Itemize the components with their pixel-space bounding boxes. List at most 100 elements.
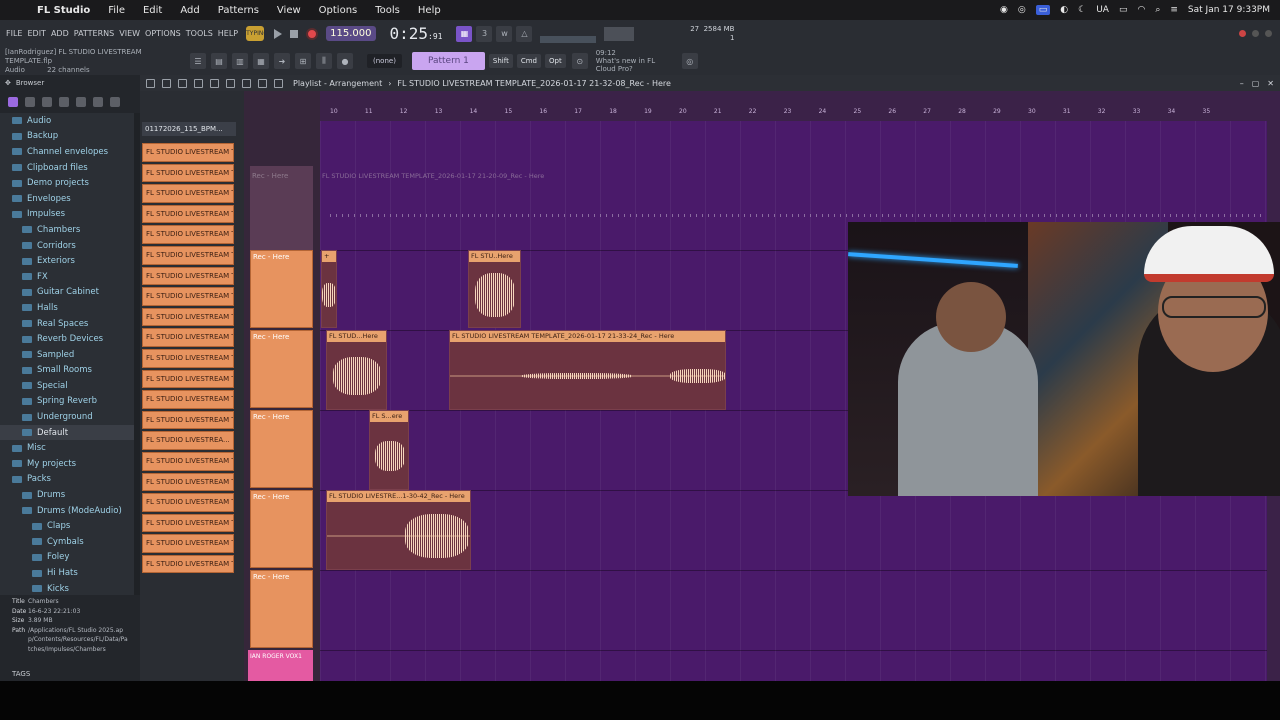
audio-clip[interactable]: FL STUD...Here [326, 330, 387, 410]
close-icon[interactable]: ✕ [1267, 79, 1274, 88]
channel-button[interactable]: FL STUDIO LIVESTREAM T... [142, 493, 234, 512]
channel-button[interactable]: FL STUDIO LIVESTREAM T... [142, 410, 234, 430]
tempo-display[interactable]: 115.000 [326, 26, 376, 41]
browser-item[interactable]: Drums [0, 487, 135, 503]
maximize-icon[interactable] [1265, 30, 1272, 37]
audio-clip[interactable]: + [321, 250, 337, 328]
channel-button[interactable]: FL STUDIO LIVESTREAM T... [142, 369, 234, 389]
close-icon[interactable] [1239, 30, 1246, 37]
fl-menu-view[interactable]: VIEW [119, 29, 140, 38]
shift-key-button[interactable]: Shift [488, 54, 513, 68]
fl-menu-options[interactable]: OPTIONS [145, 29, 181, 38]
fl-menu-patterns[interactable]: PATTERNS [74, 29, 114, 38]
audio-clip[interactable]: FL STUDIO LIVESTREAM TEMPLATE_2026-01-17… [449, 330, 726, 410]
star-icon[interactable] [93, 97, 103, 107]
browser-item[interactable]: Default [0, 424, 135, 441]
browser-item[interactable]: Channel envelopes [0, 144, 135, 160]
song-mode-icon[interactable]: ▦ [456, 25, 473, 42]
browser-item[interactable]: Backup [0, 129, 135, 145]
piano-roll-icon[interactable]: ▥ [232, 53, 248, 69]
play-icon[interactable] [274, 28, 283, 39]
browser-item[interactable]: Audio [0, 113, 135, 129]
track-header[interactable]: Rec - Here [250, 490, 313, 568]
browser-item[interactable]: Drums (ModeAudio) [0, 503, 135, 519]
menu-view[interactable]: View [268, 5, 310, 16]
select-tool-icon[interactable] [242, 78, 251, 88]
audio-clip[interactable]: FL STUDIO LIVESTRE...1-30-42_Rec - Here [326, 490, 471, 570]
back-icon[interactable] [42, 97, 52, 107]
menu-tools[interactable]: Tools [366, 5, 409, 16]
mic-icon[interactable]: ● [337, 53, 353, 69]
plugin-picker-icon[interactable]: ⊞ [295, 53, 311, 69]
mute-tool-icon[interactable] [194, 78, 203, 88]
channel-button[interactable]: FL STUDIO LIVESTREAM T... [142, 328, 234, 347]
wait-icon[interactable]: w [496, 25, 513, 42]
selected-channel[interactable]: 01172026_115_BPM... [142, 122, 236, 136]
record-button[interactable] [306, 27, 319, 40]
menu-patterns[interactable]: Patterns [209, 5, 268, 16]
slice-tool-icon[interactable] [226, 78, 235, 88]
browser-item[interactable]: Demo projects [0, 175, 135, 191]
step-icon[interactable]: 3 [476, 25, 493, 42]
browser-item[interactable]: My projects [0, 456, 135, 472]
menu-app-name[interactable]: FL Studio [28, 5, 99, 16]
fl-menu-add[interactable]: ADD [51, 29, 69, 38]
channel-button[interactable]: FL STUDIO LIVESTREAM T... [142, 513, 234, 533]
snap-select[interactable]: (none) [367, 54, 402, 68]
browser-item[interactable]: Impulses [0, 207, 135, 223]
browser-item[interactable]: Packs [0, 472, 135, 488]
maximize-icon[interactable]: ▢ [1252, 79, 1260, 88]
draw-tool-icon[interactable] [146, 78, 155, 88]
song-time[interactable]: 0:25:91 [390, 24, 443, 43]
channel-button[interactable]: FL STUDIO LIVESTREAM T... [142, 554, 234, 574]
browser-item[interactable]: Halls [0, 300, 135, 316]
search-icon[interactable]: ⌕ [1155, 5, 1160, 15]
typing-keyboard-badge[interactable]: TYPING [246, 26, 268, 41]
track-header[interactable]: Rec - Here [250, 330, 313, 408]
menu-edit[interactable]: Edit [134, 5, 171, 16]
input-source[interactable]: UA [1096, 5, 1109, 15]
track-header[interactable]: Rec - Here [250, 410, 313, 488]
browser-item[interactable]: Cymbals [0, 534, 135, 550]
channel-button[interactable]: FL STUDIO LIVESTREAM T... [142, 143, 234, 162]
news-icon[interactable]: ⊙ [571, 53, 588, 69]
browser-item[interactable]: Underground [0, 409, 135, 425]
browser-item[interactable]: Clipboard files [0, 160, 135, 176]
menu-help[interactable]: Help [409, 5, 450, 16]
mixer-faders-icon[interactable]: ⫼ [316, 53, 332, 69]
ghost-clip-label[interactable]: FL STUDIO LIVESTREAM TEMPLATE_2026-01-17… [322, 172, 544, 180]
channel-button[interactable]: FL STUDIO LIVESTREAM T... [142, 472, 234, 492]
mixer-icon[interactable]: ▦ [253, 53, 269, 69]
playlist-icon[interactable]: ☰ [190, 53, 206, 69]
browser-item[interactable]: Kicks [0, 581, 135, 595]
channel-button[interactable]: FL STUDIO LIVESTREAM T... [142, 184, 234, 203]
channel-button[interactable]: FL STUDIO LIVESTREAM T... [142, 163, 234, 183]
channel-button[interactable]: FL STUDIO LIVESTREAM T... [142, 287, 234, 306]
cloud-filter-icon[interactable] [76, 97, 86, 107]
browser-item[interactable]: Chambers [0, 222, 135, 238]
channel-filter[interactable]: Audio [5, 66, 25, 74]
metronome-icon[interactable]: △ [516, 25, 533, 42]
browser-item[interactable]: Guitar Cabinet [0, 285, 135, 301]
browser-item[interactable]: Real Spaces [0, 316, 135, 332]
menu-file[interactable]: File [99, 5, 134, 16]
moon-icon[interactable]: ☾ [1078, 5, 1086, 15]
browser-item[interactable]: Envelopes [0, 191, 135, 207]
pattern-selector[interactable]: Pattern 1 [411, 52, 485, 70]
browser-item[interactable]: Small Rooms [0, 363, 135, 379]
browser-item[interactable]: Reverb Devices [0, 331, 135, 347]
browser-item[interactable]: Spring Reverb [0, 394, 135, 410]
channel-button[interactable]: FL STUDIO LIVESTREAM T... [142, 245, 234, 265]
browser-item[interactable]: Hi Hats [0, 565, 135, 581]
status-icon[interactable]: ◉ [1000, 5, 1008, 15]
cloud-icon[interactable]: ◎ [681, 53, 698, 69]
vox-track-header[interactable]: IAN ROGER VOX1 [248, 650, 313, 681]
arrows-icon[interactable]: ✥ [5, 79, 11, 87]
browser-item[interactable]: Claps [0, 518, 135, 534]
channel-button[interactable]: FL STUDIO LIVESTREA... [142, 431, 234, 450]
channel-rack-icon[interactable]: ▤ [211, 53, 227, 69]
battery-icon[interactable]: ▭ [1119, 5, 1128, 15]
channel-button[interactable]: FL STUDIO LIVESTREAM T... [142, 348, 234, 368]
menubar-clock[interactable]: Sat Jan 17 9:33PM [1188, 5, 1270, 15]
opt-key-button[interactable]: Opt [544, 54, 566, 68]
